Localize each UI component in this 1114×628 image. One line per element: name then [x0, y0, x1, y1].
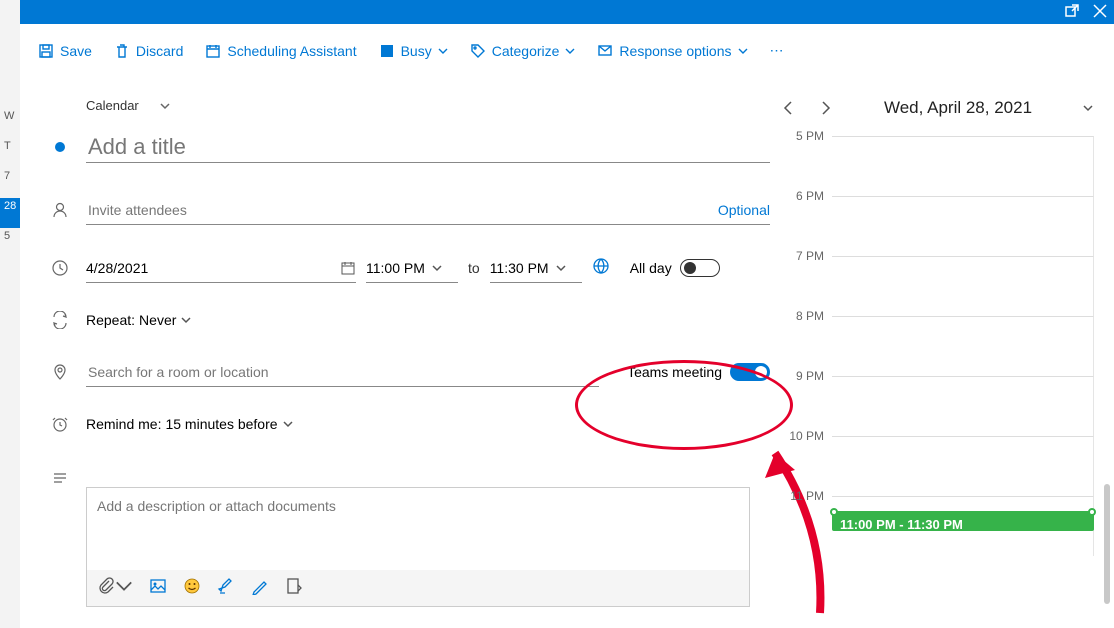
date-value: 4/28/2021 [86, 260, 148, 276]
title-input[interactable] [86, 133, 770, 161]
reminder-dropdown[interactable]: Remind me: 15 minutes before [86, 416, 294, 432]
event-block[interactable]: 11:00 PM - 11:30 PM [832, 511, 1094, 531]
scheduling-assistant-button[interactable]: Scheduling Assistant [205, 43, 356, 59]
teams-meeting-label: Teams meeting [627, 364, 722, 380]
reminder-icon [50, 415, 70, 433]
image-button[interactable] [149, 577, 167, 600]
close-icon[interactable] [1092, 3, 1108, 24]
response-label: Response options [619, 43, 731, 59]
hour-grid[interactable]: 11 PM10 PM9 PM8 PM7 PM6 PM5 PM 11:00 PM … [788, 136, 1094, 576]
hour-cell[interactable] [832, 436, 1094, 496]
hour-label: 9 PM [788, 369, 832, 429]
save-label: Save [60, 43, 92, 59]
repeat-prefix: Repeat: [86, 312, 135, 328]
emoji-button[interactable] [183, 577, 201, 600]
date-picker[interactable]: 4/28/2021 [86, 253, 356, 283]
hour-row: 8 PM [788, 316, 1094, 376]
hour-row: 10 PM [788, 436, 1094, 496]
hour-cell[interactable] [832, 376, 1094, 436]
end-time-value: 11:30 PM [490, 260, 549, 276]
busy-dropdown[interactable]: Busy [379, 43, 448, 59]
description-box [86, 487, 750, 607]
location-input[interactable] [86, 363, 599, 381]
teams-meeting-toggle[interactable] [730, 363, 770, 381]
calendar-icon [340, 260, 356, 276]
all-day-label: All day [630, 260, 672, 276]
hour-label: 6 PM [788, 189, 832, 249]
hour-cell[interactable] [832, 256, 1094, 316]
chevron-down-icon[interactable] [159, 100, 171, 112]
attach-button[interactable] [97, 577, 133, 600]
to-label: to [468, 260, 480, 276]
repeat-dropdown[interactable]: Repeat: Never [86, 312, 192, 328]
discard-label: Discard [136, 43, 183, 59]
calendar-color-dot [55, 142, 65, 152]
hour-label: 7 PM [788, 249, 832, 309]
categorize-label: Categorize [492, 43, 560, 59]
busy-label: Busy [401, 43, 432, 59]
end-time-picker[interactable]: 11:30 PM [490, 253, 582, 283]
response-options-dropdown[interactable]: Response options [597, 43, 747, 59]
background-app-strip: WT7285 [0, 0, 20, 628]
hour-cell[interactable] [832, 136, 1094, 196]
hour-row: 6 PM [788, 196, 1094, 256]
hour-label: 11 PM [788, 489, 832, 549]
discard-button[interactable]: Discard [114, 43, 183, 59]
more-button[interactable]: ⋯ [770, 42, 786, 59]
event-form: Calendar Optional 4/28/2021 [20, 78, 780, 628]
prev-day-button[interactable] [780, 99, 798, 117]
all-day-toggle[interactable] [680, 259, 720, 277]
description-icon [50, 461, 70, 487]
next-day-button[interactable] [816, 99, 834, 117]
start-time-value: 11:00 PM [366, 260, 425, 276]
people-icon [50, 201, 70, 219]
start-time-picker[interactable]: 11:00 PM [366, 253, 458, 283]
preview-date: Wed, April 28, 2021 [884, 98, 1032, 118]
hour-label: 5 PM [788, 129, 832, 189]
remind-prefix: Remind me: [86, 416, 161, 432]
template-button[interactable] [285, 577, 303, 600]
hour-row: 5 PM [788, 136, 1094, 196]
location-icon [50, 363, 70, 381]
hour-cell[interactable] [832, 196, 1094, 256]
hour-row: 9 PM [788, 376, 1094, 436]
calendar-breadcrumb[interactable]: Calendar [86, 98, 139, 113]
hour-row: 7 PM [788, 256, 1094, 316]
pen-button[interactable] [251, 577, 269, 600]
scheduling-label: Scheduling Assistant [227, 43, 356, 59]
optional-button[interactable]: Optional [718, 202, 770, 218]
hour-cell[interactable] [832, 316, 1094, 376]
clock-icon [50, 259, 70, 277]
attendees-input[interactable] [86, 201, 710, 219]
command-toolbar: Save Discard Scheduling Assistant Busy C… [20, 24, 1114, 78]
highlight-button[interactable] [217, 577, 235, 600]
categorize-dropdown[interactable]: Categorize [470, 43, 576, 59]
popout-icon[interactable] [1064, 3, 1080, 24]
repeat-value: Never [139, 312, 176, 328]
repeat-icon [50, 311, 70, 329]
chevron-down-icon[interactable] [1082, 102, 1094, 114]
titlebar [20, 0, 1114, 24]
hour-label: 10 PM [788, 429, 832, 489]
save-button[interactable]: Save [38, 43, 92, 59]
hour-label: 8 PM [788, 309, 832, 369]
timezone-icon[interactable] [592, 257, 610, 280]
remind-value: 15 minutes before [165, 416, 277, 432]
scrollbar[interactable] [1104, 484, 1110, 604]
description-input[interactable] [87, 488, 749, 570]
day-preview-panel: Wed, April 28, 2021 11 PM10 PM9 PM8 PM7 … [780, 78, 1114, 628]
